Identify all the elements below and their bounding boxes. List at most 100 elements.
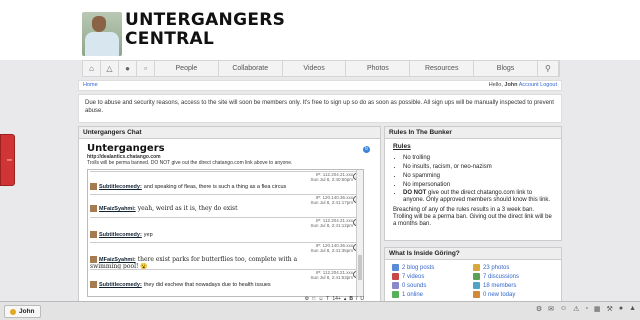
main-nav: ⌂ △ ● ▫ People Collaborate Videos Photos… [82,60,560,77]
message-text: they did eschew that nowadays due to hea… [143,281,271,288]
chat-message: IP: 112.204.21.xxxSun Jul 8, 2:40:50pm ×… [90,171,361,194]
message-text: yeah, weird as it is, they do exist [137,205,238,212]
mail-icon[interactable]: ✉ [548,305,554,313]
user-avatar-icon[interactable]: ● [619,305,623,313]
tab-collaborate[interactable]: Collaborate [219,61,283,76]
chat-message: IP: 112.204.21.xxxSun Jul 8, 2:41:53pm ×… [90,269,361,296]
inside-panel-title: What Is Inside Göring? [385,248,561,260]
message-meta: IP: 120.140.36.xxx Sun Jul 8, 2:41:17pm [310,195,353,205]
bottom-toolbar: John ⚙ ✉ ☺ ⚠ ▫ ▦ ⚒ ● ▲ [0,301,640,320]
rule-item: No spamming [403,172,553,181]
stat-online[interactable]: 1 online [392,291,473,298]
tab-people[interactable]: People [155,61,219,76]
tab-blogs[interactable]: Blogs [474,61,538,76]
members-icon [473,282,480,289]
tab-videos[interactable]: Videos [283,61,347,76]
chat-bar-icon[interactable]: ▫ [585,305,587,313]
site-header: UNTERGANGERS CENTRAL [0,0,640,60]
user-menu-label: John [19,308,35,315]
message-meta: IP: 112.204.21.xxx Sun Jul 8, 2:41:53pm [310,270,353,280]
message-text: and speaking of fleas, there is such a t… [143,183,287,190]
chat-widget: Untergangers http://dealantics.chatango.… [87,143,370,305]
site-title-line2: CENTRAL [125,29,215,49]
chat-icon[interactable]: ▫ [137,61,155,76]
video-icon [392,273,399,280]
rules-panel: Rules In The Bunker Rules No trolling No… [384,126,562,241]
notice-box: Due to abuse and security reasons, acces… [78,94,562,123]
online-icon [392,291,399,298]
search-icon[interactable]: ⚲ [538,61,559,76]
rules-list: No trolling No insults, racism, or neo-n… [393,154,553,203]
stat-discussions[interactable]: 7 discussions [473,273,554,280]
site-logo-photo [82,12,122,56]
message-username[interactable]: MFaizSyahmi: [99,206,136,212]
rules-panel-title: Rules In The Bunker [385,127,561,139]
message-text: yep [143,231,153,238]
user-avatar-icon [90,231,97,238]
site-title[interactable]: UNTERGANGERS CENTRAL [125,11,285,49]
rule-item: No impersonation [403,181,553,190]
user-avatar-icon [90,183,97,190]
stat-blog-posts[interactable]: 2 blog posts [392,264,473,271]
car-icon[interactable]: △ [101,61,119,76]
user-icon[interactable]: ● [119,61,137,76]
chat-message: IP: 112.204.21.xxxSun Jul 8, 2:41:12pm ×… [90,217,361,242]
tab-resources[interactable]: Resources [410,61,475,76]
logout-link[interactable]: Logout [540,82,557,88]
message-meta: IP: 112.204.21.xxx Sun Jul 8, 2:41:12pm [310,218,353,228]
expand-icon[interactable]: ▲ [629,305,636,313]
rule-item: No insults, racism, or neo-nazism [403,163,553,172]
site-title-line1: UNTERGANGERS [125,10,286,30]
status-icon [10,308,16,315]
scrollbar-thumb[interactable] [358,255,362,280]
rule-item: No trolling [403,154,553,163]
message-meta: IP: 120.140.36.xxx Sun Jul 8, 2:41:35pm [310,243,353,253]
alert-icon[interactable]: ⚠ [573,305,579,313]
user-greeting: Hello, John Account Logout [488,82,557,88]
message-username[interactable]: Subtitlecomedy: [99,232,142,238]
chat-panel-title: Untergangers Chat [79,127,380,139]
greeting-username[interactable]: John [504,82,517,88]
user-avatar-icon [90,281,97,288]
rule-item: DO NOT give out the direct chatango.com … [403,190,553,203]
tools-icon[interactable]: ⚒ [607,305,613,313]
rules-footer: Breaching of any of the rules results in… [393,207,552,227]
stat-members[interactable]: 18 members [473,282,554,289]
blog-icon [392,264,399,271]
apps-icon[interactable]: ▦ [594,305,601,313]
breadcrumb-home[interactable]: Home [83,82,98,88]
stat-photos[interactable]: 23 photos [473,264,554,271]
chat-panel: Untergangers Chat Untergangers http://de… [78,126,381,306]
account-link[interactable]: Account [519,82,539,88]
settings-icon[interactable]: ⚙ [536,305,542,313]
chat-scrollbar[interactable] [356,170,363,296]
user-menu-button[interactable]: John [4,305,41,318]
friends-icon[interactable]: ☺ [560,305,567,313]
message-meta: IP: 112.204.21.xxx Sun Jul 8, 2:40:50pm [310,172,353,182]
stats-grid: 2 blog posts 23 photos 7 videos 7 discus… [385,260,561,302]
message-username[interactable]: Subtitlecomedy: [99,184,142,190]
stat-new-today[interactable]: 0 new today [473,291,554,298]
feedback-side-tab[interactable]: I [0,134,15,186]
sound-icon [392,282,399,289]
chat-message-list[interactable]: IP: 112.204.21.xxxSun Jul 8, 2:40:50pm ×… [87,169,364,297]
stat-sounds[interactable]: 0 sounds [392,282,473,289]
stat-videos[interactable]: 7 videos [392,273,473,280]
discussion-icon [473,273,480,280]
tab-photos[interactable]: Photos [346,61,411,76]
breadcrumb-bar: Home Hello, John Account Logout [78,80,562,91]
inside-panel: What Is Inside Göring? 2 blog posts 23 p… [384,247,562,306]
message-username[interactable]: Subtitlecomedy: [99,282,142,288]
photo-icon [473,264,480,271]
refresh-icon[interactable]: ↻ [363,146,370,153]
notice-text: Due to abuse and security reasons, acces… [85,100,554,114]
new-today-icon [473,291,480,298]
chat-note: Trolls will be perma banned. DO NOT give… [87,160,293,166]
rules-heading: Rules [393,143,411,150]
chat-message: IP: 120.140.36.xxxSun Jul 8, 2:41:35pm ×… [90,242,361,270]
user-avatar-icon [90,205,97,213]
user-avatar-icon [90,256,97,264]
chat-message: IP: 120.140.36.xxxSun Jul 8, 2:41:17pm ×… [90,194,361,217]
chat-title: Untergangers [87,143,165,154]
home-icon[interactable]: ⌂ [83,61,101,76]
